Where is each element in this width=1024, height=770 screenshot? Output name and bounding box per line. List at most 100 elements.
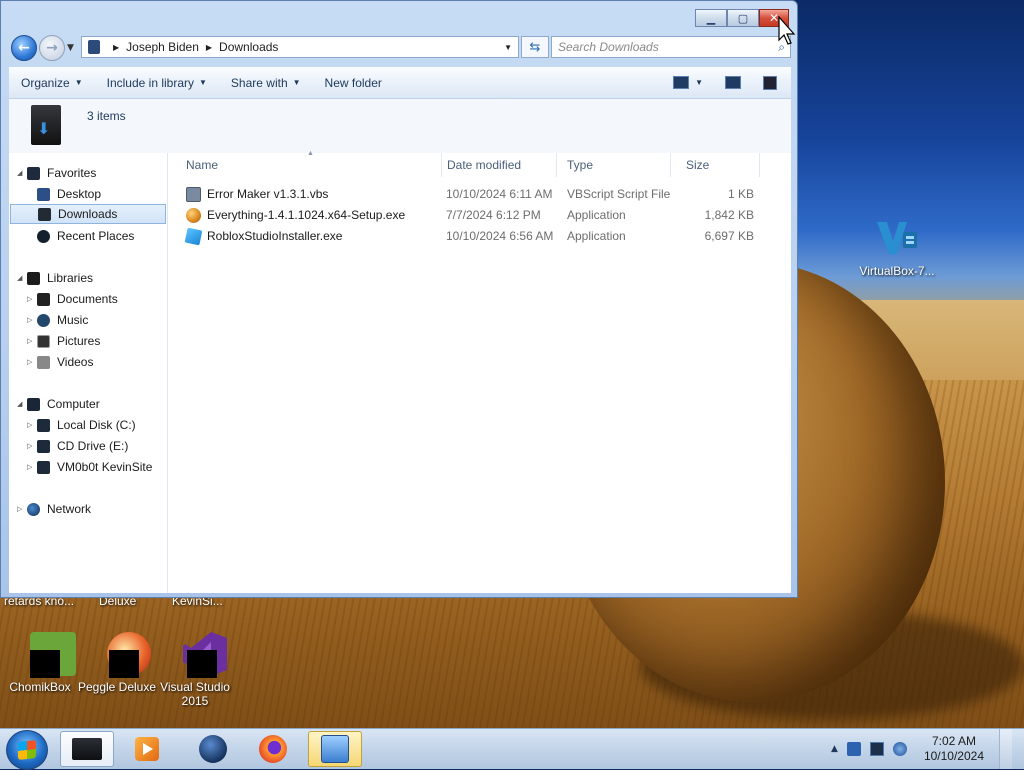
desktop-icon-virtualbox[interactable]: VirtualBox-7... [857, 214, 937, 278]
maximize-button[interactable]: ▢ [727, 9, 759, 27]
computer-icon [88, 40, 100, 54]
search-input[interactable]: Search Downloads ⌕ [551, 36, 791, 58]
new-folder-button[interactable]: New folder [313, 76, 394, 90]
show-desktop-button[interactable] [999, 729, 1012, 769]
chevron-down-icon: ▼ [292, 78, 301, 87]
nav-item-desktop[interactable]: Desktop [37, 184, 101, 204]
column-header-label: Name [186, 158, 219, 172]
taskbar: ▲ 7:02 AM 10/10/2024 [0, 728, 1024, 770]
file-name-cell: Error Maker v1.3.1.vbs [186, 184, 328, 204]
desktop-icon-label: Peggle Deluxe [77, 680, 157, 694]
recent-pages-dropdown[interactable]: ▼ [67, 43, 74, 53]
network-drive-icon [37, 460, 50, 474]
nav-item-label: Documents [57, 292, 118, 306]
more-options-icon[interactable]: ▼ [695, 78, 703, 87]
refresh-button[interactable]: ⇆ [521, 36, 549, 58]
breadcrumb-item[interactable]: Joseph Biden [126, 40, 199, 54]
expand-arrow-icon[interactable]: ◢ [17, 169, 27, 177]
include-in-library-label: Include in library [106, 75, 194, 90]
network-icon[interactable] [869, 742, 884, 756]
nav-item-label: Music [57, 313, 89, 327]
desktop-icon-visual-studio[interactable]: Visual Studio 2015 [155, 630, 235, 708]
clock[interactable]: 7:02 AM 10/10/2024 [924, 734, 984, 764]
action-center-flag-icon[interactable] [846, 742, 861, 756]
expand-arrow-icon[interactable]: ◢ [17, 274, 27, 282]
minimize-button[interactable]: ▁ [695, 9, 727, 27]
file-name: Error Maker v1.3.1.vbs [207, 187, 329, 201]
collapse-arrow-icon[interactable]: ▷ [27, 442, 37, 450]
nav-item-vm-share[interactable]: ▷ VM0b0t KevinSite [27, 457, 152, 477]
expand-arrow-icon[interactable]: ◢ [17, 400, 27, 408]
change-view-icon[interactable] [673, 76, 690, 89]
address-bar[interactable]: ▶ Joseph Biden ▶ Downloads ▼ [81, 36, 519, 58]
preview-pane-icon[interactable] [725, 76, 741, 89]
collapse-arrow-icon[interactable]: ▷ [27, 421, 37, 429]
file-name: RobloxStudioInstaller.exe [207, 229, 343, 243]
collapse-arrow-icon[interactable]: ▷ [27, 358, 37, 366]
forward-arrow-icon: → [46, 40, 58, 56]
share-with-button[interactable]: Share with ▼ [219, 76, 313, 90]
file-list: Name ▲ Date modified Type Size Error Mak… [168, 150, 791, 593]
nav-item-cd-drive[interactable]: ▷ CD Drive (E:) [27, 436, 128, 456]
file-name: Everything-1.4.1.1024.x64-Setup.exe [207, 208, 406, 222]
share-with-label: Share with [230, 75, 288, 90]
pictures-icon [37, 334, 50, 348]
nav-item-label: Network [47, 502, 92, 516]
file-date: 10/10/2024 6:56 AM [446, 229, 554, 243]
back-button[interactable]: ← [11, 35, 37, 61]
nav-item-computer[interactable]: ◢ Computer [17, 394, 100, 414]
include-in-library-button[interactable]: Include in library ▼ [95, 76, 219, 90]
nav-item-network[interactable]: ▷ Network [17, 499, 91, 519]
nav-item-documents[interactable]: ▷ Documents [27, 289, 118, 309]
virtualbox-icon [873, 214, 921, 262]
desktop-icon-chomikbox[interactable]: ChomikBox [0, 630, 80, 694]
show-hidden-icons-icon[interactable]: ▲ [831, 744, 838, 754]
organize-button[interactable]: Organize ▼ [9, 76, 95, 90]
nav-item-music[interactable]: ▷ Music [27, 310, 88, 330]
file-row[interactable]: RobloxStudioInstaller.exe 10/10/2024 6:5… [178, 226, 768, 246]
documents-icon [37, 292, 50, 306]
globe-app-icon [199, 735, 227, 763]
volume-icon[interactable] [892, 742, 907, 756]
address-history-dropdown-icon[interactable]: ▼ [504, 43, 512, 52]
breadcrumb-separator-icon[interactable]: ▶ [206, 43, 212, 52]
nav-item-recent-places[interactable]: Recent Places [37, 226, 134, 246]
collapse-arrow-icon[interactable]: ▷ [27, 337, 37, 345]
column-header-type[interactable]: Type [557, 153, 671, 177]
nav-item-videos[interactable]: ▷ Videos [27, 352, 93, 372]
column-header-label: Size [686, 158, 710, 172]
file-row[interactable]: Everything-1.4.1.1024.x64-Setup.exe 7/7/… [178, 205, 768, 225]
nav-item-local-disk[interactable]: ▷ Local Disk (C:) [27, 415, 136, 435]
help-icon[interactable] [763, 75, 777, 90]
navigation-bar: ← → ▼ ▶ Joseph Biden ▶ Downloads ▼ ⇆ Sea… [9, 33, 791, 61]
start-button[interactable] [6, 730, 48, 770]
file-row[interactable]: Error Maker v1.3.1.vbs 10/10/2024 6:11 A… [178, 184, 768, 204]
taskbar-item-installer[interactable] [308, 731, 362, 767]
roblox-studio-icon [184, 227, 203, 245]
nav-item-label: Desktop [57, 187, 102, 201]
desktop-icon-peggle[interactable]: Peggle Deluxe [77, 630, 157, 694]
collapse-arrow-icon[interactable]: ▷ [27, 295, 37, 303]
nav-item-pictures[interactable]: ▷ Pictures [27, 331, 100, 351]
navigation-pane: ◢ Favorites Desktop Downloads Recent Pla… [9, 153, 168, 593]
breadcrumb-separator-icon[interactable]: ▶ [113, 43, 119, 52]
collapse-arrow-icon[interactable]: ▷ [17, 505, 27, 513]
forward-button[interactable]: → [39, 35, 65, 61]
column-header-size[interactable]: Size [676, 153, 760, 177]
media-player-icon [135, 737, 159, 761]
system-tray: ▲ 7:02 AM 10/10/2024 [831, 729, 1024, 769]
nav-item-downloads[interactable]: Downloads [10, 204, 166, 224]
taskbar-item-app[interactable] [186, 731, 240, 767]
collapse-arrow-icon[interactable]: ▷ [27, 316, 37, 324]
taskbar-item-firefox[interactable] [246, 731, 300, 767]
collapse-arrow-icon[interactable]: ▷ [27, 463, 37, 471]
nav-item-libraries[interactable]: ◢ Libraries [17, 268, 93, 288]
taskbar-item-media-player[interactable] [120, 731, 174, 767]
nav-item-favorites[interactable]: ◢ Favorites [17, 163, 96, 183]
details-pane: 3 items [9, 99, 791, 153]
breadcrumb-item[interactable]: Downloads [219, 40, 278, 54]
column-header-date[interactable]: Date modified [437, 153, 557, 177]
music-icon [37, 313, 50, 327]
file-name-cell: Everything-1.4.1.1024.x64-Setup.exe [186, 205, 405, 225]
taskbar-item-explorer[interactable] [60, 731, 114, 767]
